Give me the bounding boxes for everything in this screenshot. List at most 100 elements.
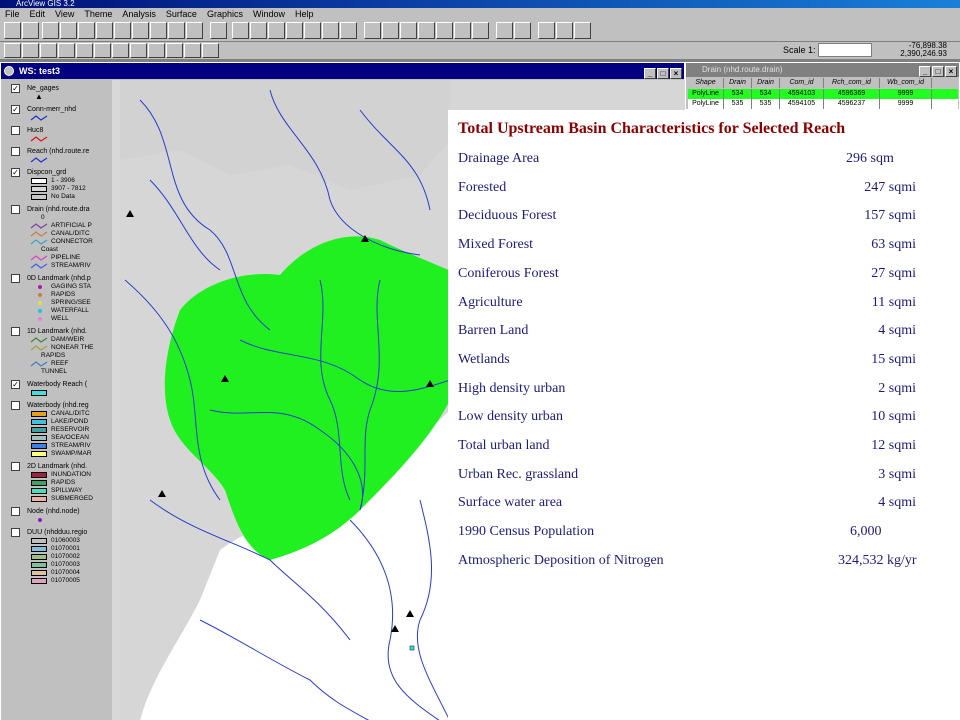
toolbar-button-icon[interactable] bbox=[472, 22, 489, 39]
toolbar-button-icon[interactable] bbox=[364, 22, 381, 39]
theme-visibility-checkbox[interactable] bbox=[11, 528, 20, 537]
toolbar-button-icon[interactable] bbox=[400, 22, 417, 39]
table-row[interactable]: PolyLine 535 535 4594105 4596237 9999 bbox=[688, 99, 958, 109]
menu-item-7[interactable]: Window bbox=[248, 8, 290, 20]
theme-visibility-checkbox[interactable] bbox=[11, 507, 20, 516]
toc-theme[interactable]: Huc8 bbox=[1, 126, 112, 135]
toc-theme[interactable]: Node (nhd.node) bbox=[1, 507, 112, 516]
toc-theme[interactable]: ✓ Dispcon_grd bbox=[1, 168, 112, 177]
toc-theme[interactable]: ✓ Ne_gages bbox=[1, 84, 112, 93]
close-button[interactable]: × bbox=[670, 68, 682, 79]
theme-visibility-checkbox[interactable]: ✓ bbox=[11, 380, 20, 389]
theme-visibility-checkbox[interactable] bbox=[11, 462, 20, 471]
toc-theme[interactable]: Drain (nhd.route.dra bbox=[1, 205, 112, 214]
toc-theme[interactable]: ✓ Waterbody Reach ( bbox=[1, 380, 112, 389]
toc-theme[interactable]: 1D Landmark (nhd. bbox=[1, 327, 112, 336]
toolbar-button-icon[interactable] bbox=[250, 22, 267, 39]
menu-item-1[interactable]: Edit bbox=[25, 8, 51, 20]
tool-button-icon[interactable] bbox=[184, 43, 201, 58]
toolbar-button-icon[interactable] bbox=[418, 22, 435, 39]
toc-theme[interactable]: Waterbody (nhd.reg bbox=[1, 401, 112, 410]
toc-theme[interactable]: ✓ Conn-merr_nhd bbox=[1, 105, 112, 114]
legend-line-icon bbox=[30, 223, 48, 229]
table-column-header[interactable]: Wb_com_id bbox=[880, 78, 932, 88]
toolbar-button-icon[interactable] bbox=[78, 22, 95, 39]
toolbar-button-icon[interactable] bbox=[538, 22, 555, 39]
legend-label: STREAM/RIV bbox=[51, 442, 91, 449]
toolbar-button-icon[interactable] bbox=[436, 22, 453, 39]
theme-visibility-checkbox[interactable] bbox=[11, 274, 20, 283]
toolbar-button-icon[interactable] bbox=[286, 22, 303, 39]
scale-input[interactable] bbox=[818, 43, 872, 57]
table-column-header[interactable]: Rch_com_id bbox=[824, 78, 880, 88]
tool-button-icon[interactable] bbox=[76, 43, 93, 58]
menu-item-6[interactable]: Graphics bbox=[202, 8, 248, 20]
toolbar-button-icon[interactable] bbox=[132, 22, 149, 39]
menu-item-2[interactable]: View bbox=[50, 8, 79, 20]
view-window-title-bar[interactable]: WS: test3 _ □ × bbox=[1, 63, 684, 79]
theme-visibility-checkbox[interactable] bbox=[11, 147, 20, 156]
maximize-button[interactable]: □ bbox=[657, 68, 669, 79]
toolbar-button-icon[interactable] bbox=[556, 22, 573, 39]
toolbar-button-icon[interactable] bbox=[168, 22, 185, 39]
toolbar-button-icon[interactable] bbox=[496, 22, 513, 39]
theme-visibility-checkbox[interactable] bbox=[11, 205, 20, 214]
menu-item-0[interactable]: File bbox=[0, 8, 25, 20]
toolbar-button-icon[interactable] bbox=[210, 22, 227, 39]
toolbar-button-icon[interactable] bbox=[186, 22, 203, 39]
menu-item-3[interactable]: Theme bbox=[79, 8, 117, 20]
tool-button-icon[interactable] bbox=[94, 43, 111, 58]
toolbar-button-icon[interactable] bbox=[322, 22, 339, 39]
minimize-button[interactable]: _ bbox=[644, 68, 656, 79]
theme-visibility-checkbox[interactable]: ✓ bbox=[11, 84, 20, 93]
table-window-title-bar[interactable]: Drain (nhd.route.drain) _ □ × bbox=[686, 63, 959, 77]
tool-button-icon[interactable] bbox=[40, 43, 57, 58]
table-column-header[interactable]: Shape bbox=[688, 78, 724, 88]
tool-button-icon[interactable] bbox=[148, 43, 165, 58]
tool-button-icon[interactable] bbox=[130, 43, 147, 58]
tool-button-icon[interactable] bbox=[22, 43, 39, 58]
toc-theme[interactable]: 0D Landmark (nhd.p bbox=[1, 274, 112, 283]
toolbar-button-icon[interactable] bbox=[22, 22, 39, 39]
toolbar-button-icon[interactable] bbox=[232, 22, 249, 39]
legend-label: ARTIFICIAL P bbox=[51, 222, 92, 229]
table-row[interactable]: PolyLine 534 534 4594103 4596369 9999 bbox=[688, 89, 958, 99]
tool-button-icon[interactable] bbox=[202, 43, 219, 58]
toolbar-button-icon[interactable] bbox=[454, 22, 471, 39]
table-column-header[interactable]: Drain bbox=[724, 78, 752, 88]
tool-button-icon[interactable] bbox=[166, 43, 183, 58]
table-column-header[interactable]: Drain bbox=[752, 78, 780, 88]
theme-visibility-checkbox[interactable]: ✓ bbox=[11, 168, 20, 177]
theme-visibility-checkbox[interactable] bbox=[11, 401, 20, 410]
theme-visibility-checkbox[interactable] bbox=[11, 327, 20, 336]
table-column-header[interactable]: Com_id bbox=[780, 78, 824, 88]
toc-theme[interactable]: DUU (nhdduu.regio bbox=[1, 528, 112, 537]
toolbar-button-icon[interactable] bbox=[60, 22, 77, 39]
theme-visibility-checkbox[interactable]: ✓ bbox=[11, 105, 20, 114]
toolbar-button-icon[interactable] bbox=[304, 22, 321, 39]
tool-button-icon[interactable] bbox=[112, 43, 129, 58]
toolbar-button-icon[interactable] bbox=[4, 22, 21, 39]
toolbar-button-icon[interactable] bbox=[514, 22, 531, 39]
tool-button-icon[interactable] bbox=[4, 43, 21, 58]
toc-scrollbar[interactable] bbox=[112, 80, 120, 720]
menu-item-5[interactable]: Surface bbox=[161, 8, 202, 20]
table-close-button[interactable]: × bbox=[945, 66, 957, 77]
toolbar-button-icon[interactable] bbox=[150, 22, 167, 39]
toolbar-button-icon[interactable] bbox=[382, 22, 399, 39]
toc-theme[interactable]: 2D Landmark (nhd. bbox=[1, 462, 112, 471]
toolbar-button-icon[interactable] bbox=[114, 22, 131, 39]
toolbar-button-icon[interactable] bbox=[574, 22, 591, 39]
table-minimize-button[interactable]: _ bbox=[919, 66, 931, 77]
toolbar-button-icon[interactable] bbox=[340, 22, 357, 39]
theme-visibility-checkbox[interactable] bbox=[11, 126, 20, 135]
table-maximize-button[interactable]: □ bbox=[932, 66, 944, 77]
toolbar-button-icon[interactable] bbox=[42, 22, 59, 39]
legend-label: SPILLWAY bbox=[51, 487, 83, 494]
toc-theme[interactable]: Reach (nhd.route.re bbox=[1, 147, 112, 156]
toolbar-button-icon[interactable] bbox=[268, 22, 285, 39]
tool-button-icon[interactable] bbox=[58, 43, 75, 58]
menu-item-8[interactable]: Help bbox=[290, 8, 319, 20]
toolbar-button-icon[interactable] bbox=[96, 22, 113, 39]
menu-item-4[interactable]: Analysis bbox=[117, 8, 161, 20]
